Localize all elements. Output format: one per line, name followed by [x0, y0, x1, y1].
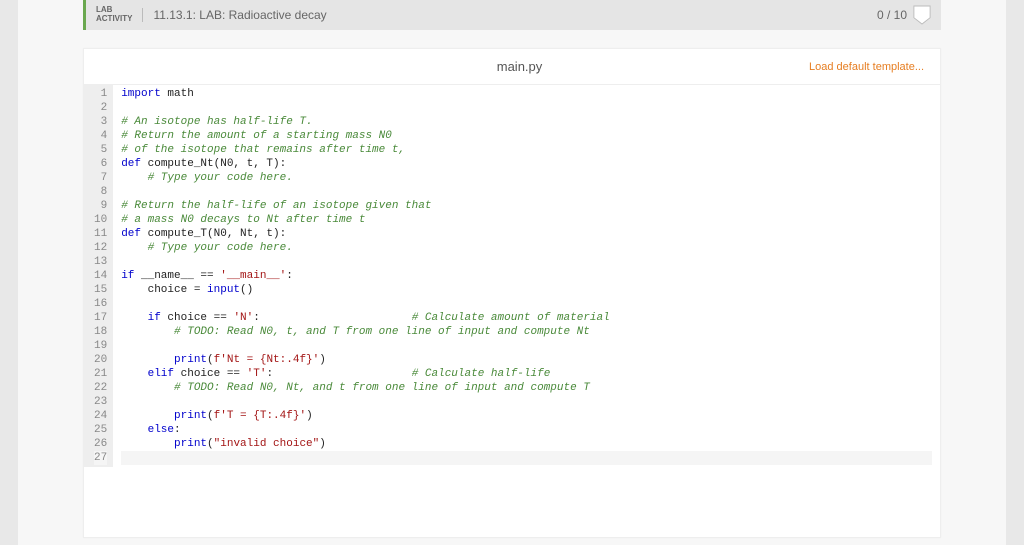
line-number: 4	[94, 129, 107, 143]
code-line[interactable]: if choice == 'N': # Calculate amount of …	[121, 311, 932, 325]
code-line[interactable]: # Type your code here.	[121, 241, 932, 255]
code-line[interactable]: # TODO: Read N0, Nt, and t from one line…	[121, 381, 932, 395]
line-number: 27	[94, 451, 107, 465]
editor-card-header: main.py Load default template...	[84, 49, 940, 85]
line-number: 11	[94, 227, 107, 241]
line-number: 5	[94, 143, 107, 157]
line-number: 18	[94, 325, 107, 339]
code-line[interactable]	[121, 101, 932, 115]
line-number: 6	[94, 157, 107, 171]
line-number: 1	[94, 87, 107, 101]
lab-badge: LAB ACTIVITY	[96, 6, 132, 24]
code-line[interactable]: print(f'T = {T:.4f}')	[121, 409, 932, 423]
code-line[interactable]: # a mass N0 decays to Nt after time t	[121, 213, 932, 227]
code-editor[interactable]: 1234567891011121314151617181920212223242…	[84, 85, 940, 467]
line-number: 26	[94, 437, 107, 451]
line-number: 23	[94, 395, 107, 409]
lab-title: 11.13.1: LAB: Radioactive decay	[142, 8, 877, 22]
code-line[interactable]: # An isotope has half-life T.	[121, 115, 932, 129]
line-number: 8	[94, 185, 107, 199]
filename: main.py	[230, 59, 809, 74]
code-line[interactable]: else:	[121, 423, 932, 437]
code-line[interactable]: # TODO: Read N0, t, and T from one line …	[121, 325, 932, 339]
editor-padding	[84, 467, 940, 537]
code-line[interactable]	[121, 185, 932, 199]
line-number: 25	[94, 423, 107, 437]
line-number: 7	[94, 171, 107, 185]
code-line[interactable]	[121, 297, 932, 311]
code-line[interactable]: # of the isotope that remains after time…	[121, 143, 932, 157]
line-number: 21	[94, 367, 107, 381]
line-number: 14	[94, 269, 107, 283]
code-line[interactable]: print("invalid choice")	[121, 437, 932, 451]
code-line[interactable]	[121, 339, 932, 353]
code-line[interactable]: def compute_T(N0, Nt, t):	[121, 227, 932, 241]
code-line[interactable]: import math	[121, 87, 932, 101]
load-default-template-link[interactable]: Load default template...	[809, 61, 924, 73]
line-number: 9	[94, 199, 107, 213]
line-number: 12	[94, 241, 107, 255]
code-line[interactable]	[121, 255, 932, 269]
code-line[interactable]	[121, 395, 932, 409]
code-line[interactable]: # Return the half-life of an isotope giv…	[121, 199, 932, 213]
code-line[interactable]: # Type your code here.	[121, 171, 932, 185]
line-gutter: 1234567891011121314151617181920212223242…	[84, 85, 113, 467]
code-line[interactable]	[121, 451, 932, 465]
line-number: 3	[94, 115, 107, 129]
line-number: 15	[94, 283, 107, 297]
line-number: 10	[94, 213, 107, 227]
line-number: 19	[94, 339, 107, 353]
code-line[interactable]: choice = input()	[121, 283, 932, 297]
line-number: 24	[94, 409, 107, 423]
code-line[interactable]: def compute_Nt(N0, t, T):	[121, 157, 932, 171]
line-number: 13	[94, 255, 107, 269]
shield-icon	[913, 5, 931, 25]
code-line[interactable]: elif choice == 'T': # Calculate half-lif…	[121, 367, 932, 381]
lab-header: LAB ACTIVITY 11.13.1: LAB: Radioactive d…	[83, 0, 941, 30]
code-line[interactable]: if __name__ == '__main__':	[121, 269, 932, 283]
code-line[interactable]: # Return the amount of a starting mass N…	[121, 129, 932, 143]
line-number: 2	[94, 101, 107, 115]
editor-card: main.py Load default template... 1234567…	[83, 48, 941, 538]
page: LAB ACTIVITY 11.13.1: LAB: Radioactive d…	[0, 0, 1024, 545]
line-number: 20	[94, 353, 107, 367]
line-number: 16	[94, 297, 107, 311]
line-number: 17	[94, 311, 107, 325]
code-line[interactable]: print(f'Nt = {Nt:.4f}')	[121, 353, 932, 367]
lab-badge-line2: ACTIVITY	[96, 15, 132, 24]
code-area[interactable]: import math # An isotope has half-life T…	[113, 85, 940, 467]
score: 0 / 10	[877, 8, 907, 22]
line-number: 22	[94, 381, 107, 395]
